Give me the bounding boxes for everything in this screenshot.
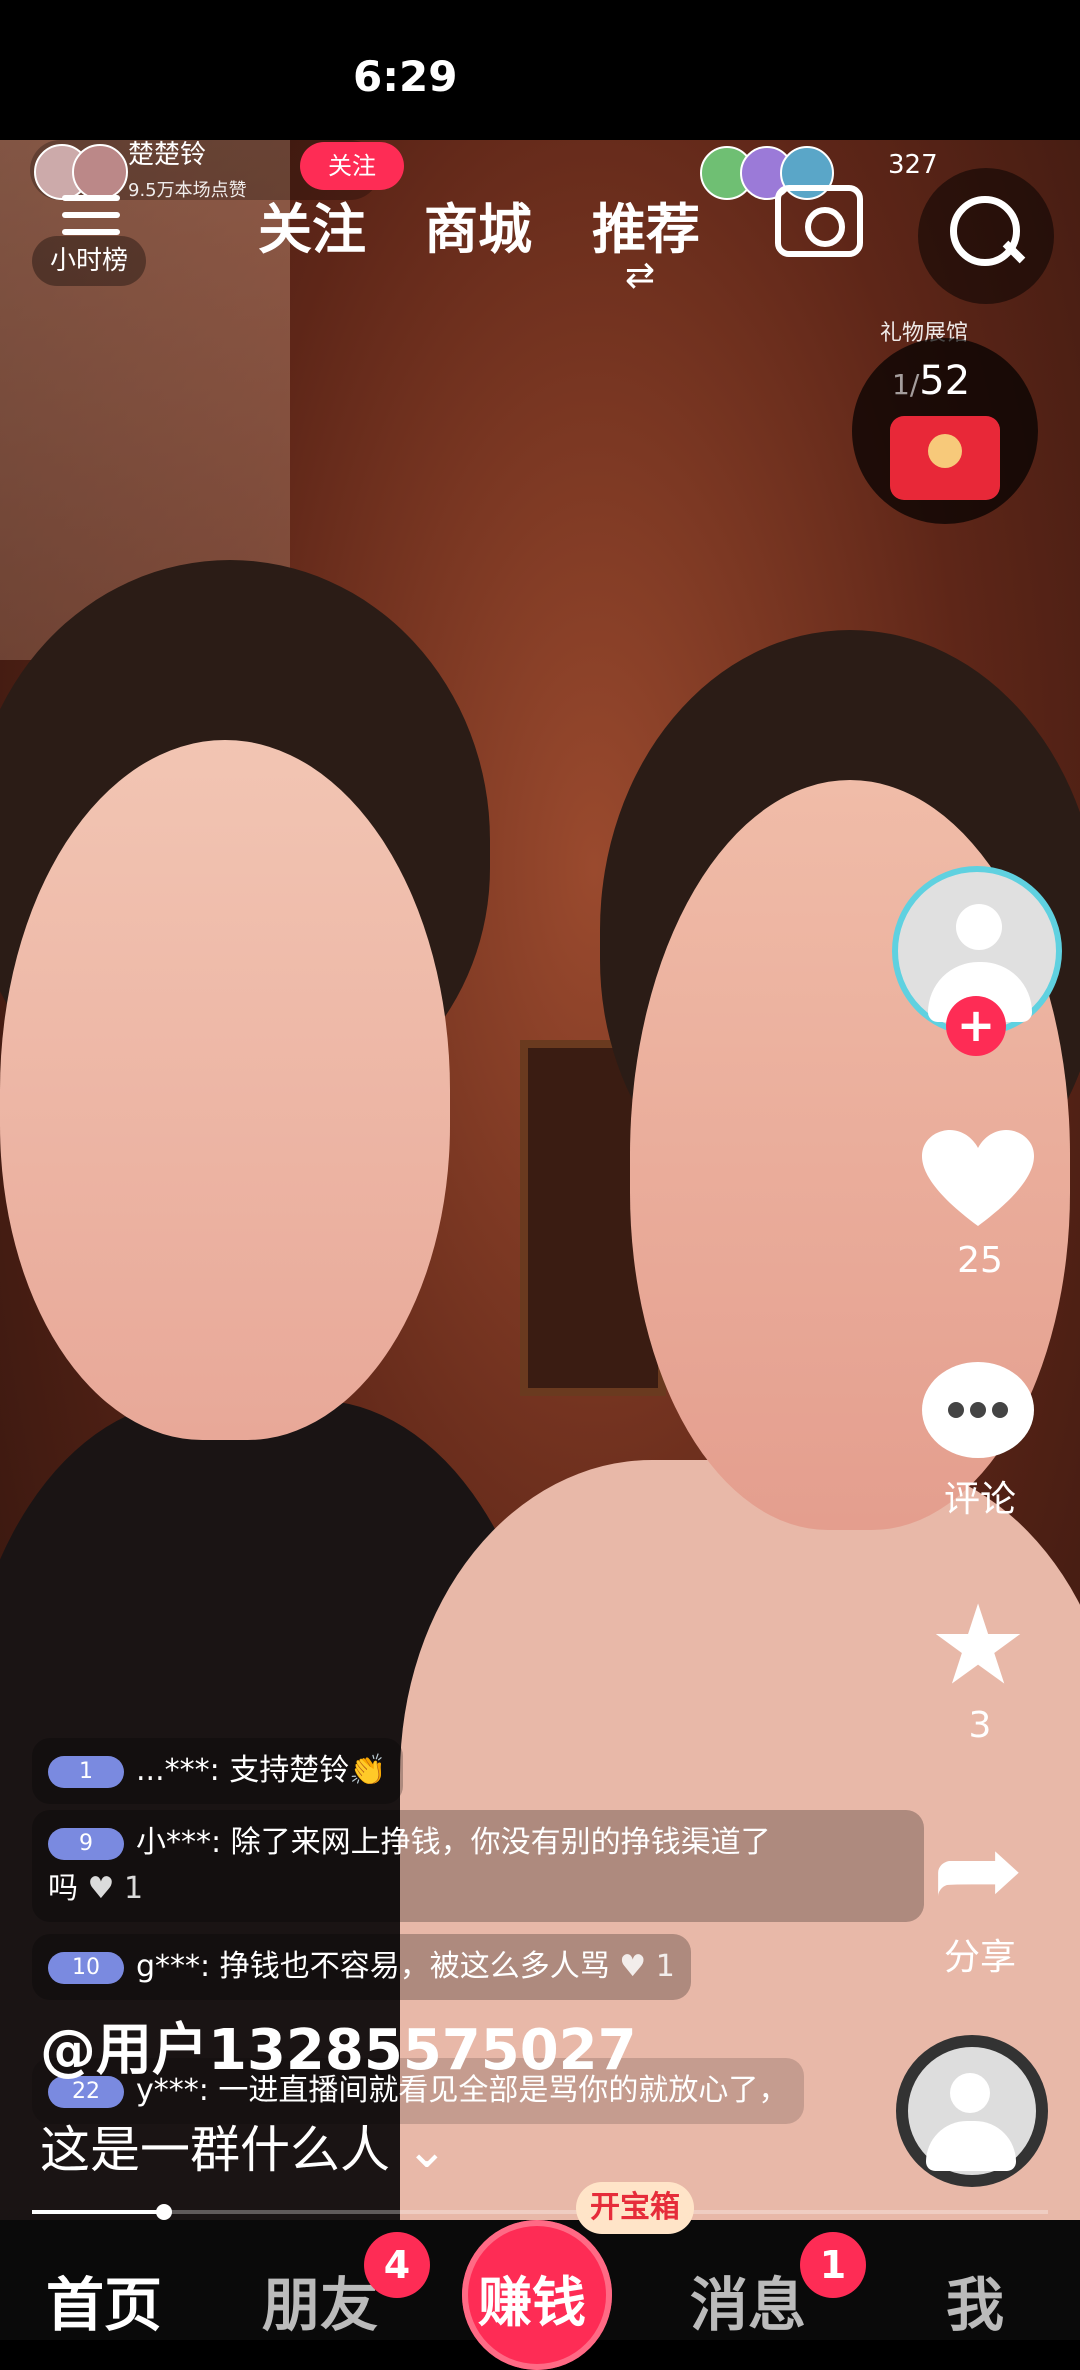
video-progress-fill <box>32 2210 165 2214</box>
nav-friends[interactable]: 朋友 <box>262 2258 378 2342</box>
search-icon <box>950 196 1020 266</box>
comment-text: 支持楚铃👏 <box>229 1753 387 1788</box>
share-label: 分享 <box>943 1937 1016 1978</box>
author-handle[interactable]: @用户13285575027 <box>40 2005 637 2086</box>
tab-follow[interactable]: 关注 <box>258 185 366 264</box>
tab-recommend[interactable]: 推荐 <box>592 185 700 264</box>
follow-host-button[interactable]: 关注 <box>300 142 404 190</box>
hourly-rank-chip[interactable]: 小时榜 <box>32 236 147 286</box>
nav-messages[interactable]: 消息 <box>690 2258 806 2342</box>
video-progress-handle[interactable] <box>156 2204 173 2220</box>
comment-text-continued: 吗 <box>48 1871 78 1906</box>
comment-row: 9 小***: 除了来网上挣钱，你没有别的挣钱渠道了 吗 ♥ 1 <box>32 1810 924 1922</box>
friends-badge: 4 <box>364 2232 430 2298</box>
chevron-down-icon[interactable]: ⌄ <box>406 2121 448 2179</box>
music-disc-icon[interactable] <box>896 2035 1048 2187</box>
viewer-count[interactable]: 327 <box>888 150 938 180</box>
comment-row: 1 ...***: 支持楚铃👏 <box>32 1738 403 1804</box>
red-packet-count: 52 <box>919 358 971 404</box>
like-heart-icon[interactable] <box>922 1130 1034 1230</box>
search-button[interactable] <box>918 168 1054 304</box>
follow-plus-button[interactable]: + <box>946 996 1006 1056</box>
like-count: 25 <box>957 1240 1003 1281</box>
comment-label: 评论 <box>943 1479 1016 1520</box>
host-likes: 9.5万本场点赞 <box>128 180 247 201</box>
nav-home[interactable]: 首页 <box>46 2258 162 2342</box>
comment-text: 挣钱也不容易，被这么多人骂 <box>219 1949 610 1984</box>
video-progress-bar[interactable] <box>32 2204 1048 2220</box>
red-packet-widget[interactable]: 1/52 <box>852 338 1038 524</box>
favorite-count: 3 <box>968 1705 992 1746</box>
comment-user: g***: <box>136 1949 211 1984</box>
comment-likes: 1 <box>655 1949 675 1984</box>
host-avatar-secondary[interactable] <box>72 144 128 200</box>
red-envelope-icon <box>890 416 1000 500</box>
nav-me[interactable]: 我 <box>946 2258 1004 2342</box>
post-description-text: 这是一群什么人 <box>40 2121 390 2179</box>
treasure-box-tag[interactable]: 开宝箱 <box>576 2182 694 2234</box>
nav-earn-label[interactable]: 赚钱 <box>478 2258 586 2337</box>
comment-like-icon: ♥ <box>619 1949 647 1984</box>
comment-likes: 1 <box>124 1871 144 1906</box>
tab-mall[interactable]: 商城 <box>424 185 532 264</box>
host-name: 楚楚铃 <box>128 140 207 170</box>
user-level-badge: 1 <box>48 1755 124 1788</box>
switch-arrows-icon: ⇄ <box>625 255 656 296</box>
status-bar: 6:29 <box>0 0 1080 140</box>
streamer-left-face <box>0 740 450 1440</box>
comment-like-icon: ♥ <box>87 1871 115 1906</box>
menu-icon[interactable] <box>62 195 120 243</box>
comment-row: 10 g***: 挣钱也不容易，被这么多人骂 ♥ 1 <box>32 1934 691 2000</box>
camera-icon[interactable] <box>775 185 863 257</box>
share-arrow-icon[interactable]: ➦ <box>914 1820 1042 1920</box>
comment-icon[interactable] <box>922 1362 1034 1458</box>
status-time: 6:29 <box>353 52 458 101</box>
user-level-badge: 9 <box>48 1827 124 1860</box>
favorite-star-icon[interactable]: ★ <box>922 1590 1034 1700</box>
post-description[interactable]: 这是一群什么人 ⌄ <box>40 2110 448 2182</box>
messages-badge: 1 <box>800 2232 866 2298</box>
red-packet-prefix: 1/ <box>892 368 920 401</box>
user-level-badge: 10 <box>48 1951 124 1984</box>
comment-user: 小***: <box>136 1825 222 1860</box>
comment-user: ...***: <box>136 1753 220 1788</box>
comment-text: 除了来网上挣钱，你没有别的挣钱渠道了 <box>230 1825 771 1860</box>
